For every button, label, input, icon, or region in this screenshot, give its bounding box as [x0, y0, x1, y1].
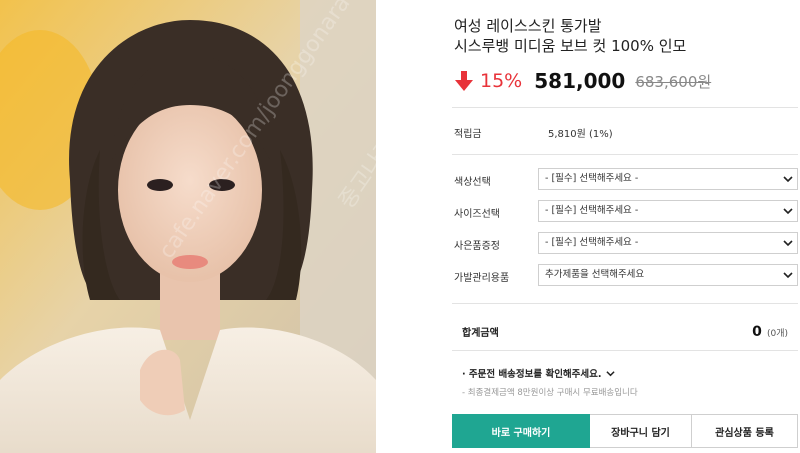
sale-price: 581,000: [534, 69, 626, 93]
product-image: cafe.naver.com/joonggonara 중고나라: [0, 0, 376, 453]
color-select-value: - [필수] 선택해주세요 -: [545, 173, 639, 184]
product-title-line2: 시스루뱅 미디움 보브 컷 100% 인모: [454, 37, 687, 55]
total-amount-count: (0개): [766, 329, 788, 339]
add-to-wishlist-button[interactable]: 관심상품 등록: [692, 414, 798, 448]
total-amount: 0 (0개): [752, 321, 788, 340]
divider: [452, 154, 798, 155]
gift-select[interactable]: - [필수] 선택해주세요 -: [538, 232, 798, 254]
product-title-line1: 여성 레이스스킨 통가발: [454, 17, 602, 35]
chevron-down-icon: [783, 176, 793, 183]
buy-now-button[interactable]: 바로 구매하기: [452, 414, 590, 448]
chevron-down-icon: [783, 208, 793, 215]
option-label-size: 사이즈선택: [454, 209, 500, 220]
shipping-info-toggle[interactable]: · 주문전 배송정보를 확인해주세요.: [462, 366, 615, 380]
care-products-select[interactable]: 추가제품을 선택해주세요: [538, 264, 798, 286]
size-select-value: - [필수] 선택해주세요 -: [545, 205, 639, 216]
chevron-down-icon: [783, 240, 793, 247]
shipping-subnote: - 최종결제금액 8만원이상 구매시 무료배송입니다: [462, 388, 638, 398]
chevron-down-icon: [605, 370, 615, 376]
option-label-gift: 사은품증정: [454, 241, 500, 252]
original-price: 683,600원: [635, 72, 712, 91]
chevron-down-icon: [783, 272, 793, 279]
product-info-panel: 여성 레이스스킨 통가발 시스루뱅 미디움 보브 컷 100% 인모 15% 5…: [452, 0, 798, 453]
divider: [452, 107, 798, 108]
add-to-cart-button[interactable]: 장바구니 담기: [590, 414, 692, 448]
care-products-select-value: 추가제품을 선택해주세요: [545, 269, 645, 280]
points-value: 5,810원 (1%): [548, 129, 613, 140]
divider: [452, 303, 798, 304]
total-amount-number: 0: [752, 324, 762, 340]
shipping-note: · 주문전 배송정보를 확인해주세요.: [462, 369, 602, 380]
color-select[interactable]: - [필수] 선택해주세요 -: [538, 168, 798, 190]
price-row: 15% 581,000 683,600원: [454, 68, 711, 94]
discount-rate: 15%: [480, 70, 523, 92]
option-label-care: 가발관리용품: [454, 273, 510, 284]
down-arrow-icon: [455, 71, 473, 91]
gift-select-value: - [필수] 선택해주세요 -: [545, 237, 639, 248]
divider: [452, 350, 798, 351]
points-label: 적립금: [454, 129, 482, 140]
size-select[interactable]: - [필수] 선택해주세요 -: [538, 200, 798, 222]
product-title: 여성 레이스스킨 통가발 시스루뱅 미디움 보브 컷 100% 인모: [454, 16, 686, 56]
action-buttons: 바로 구매하기 장바구니 담기 관심상품 등록: [452, 414, 798, 448]
total-label: 합계금액: [462, 328, 499, 339]
option-label-color: 색상선택: [454, 177, 491, 188]
